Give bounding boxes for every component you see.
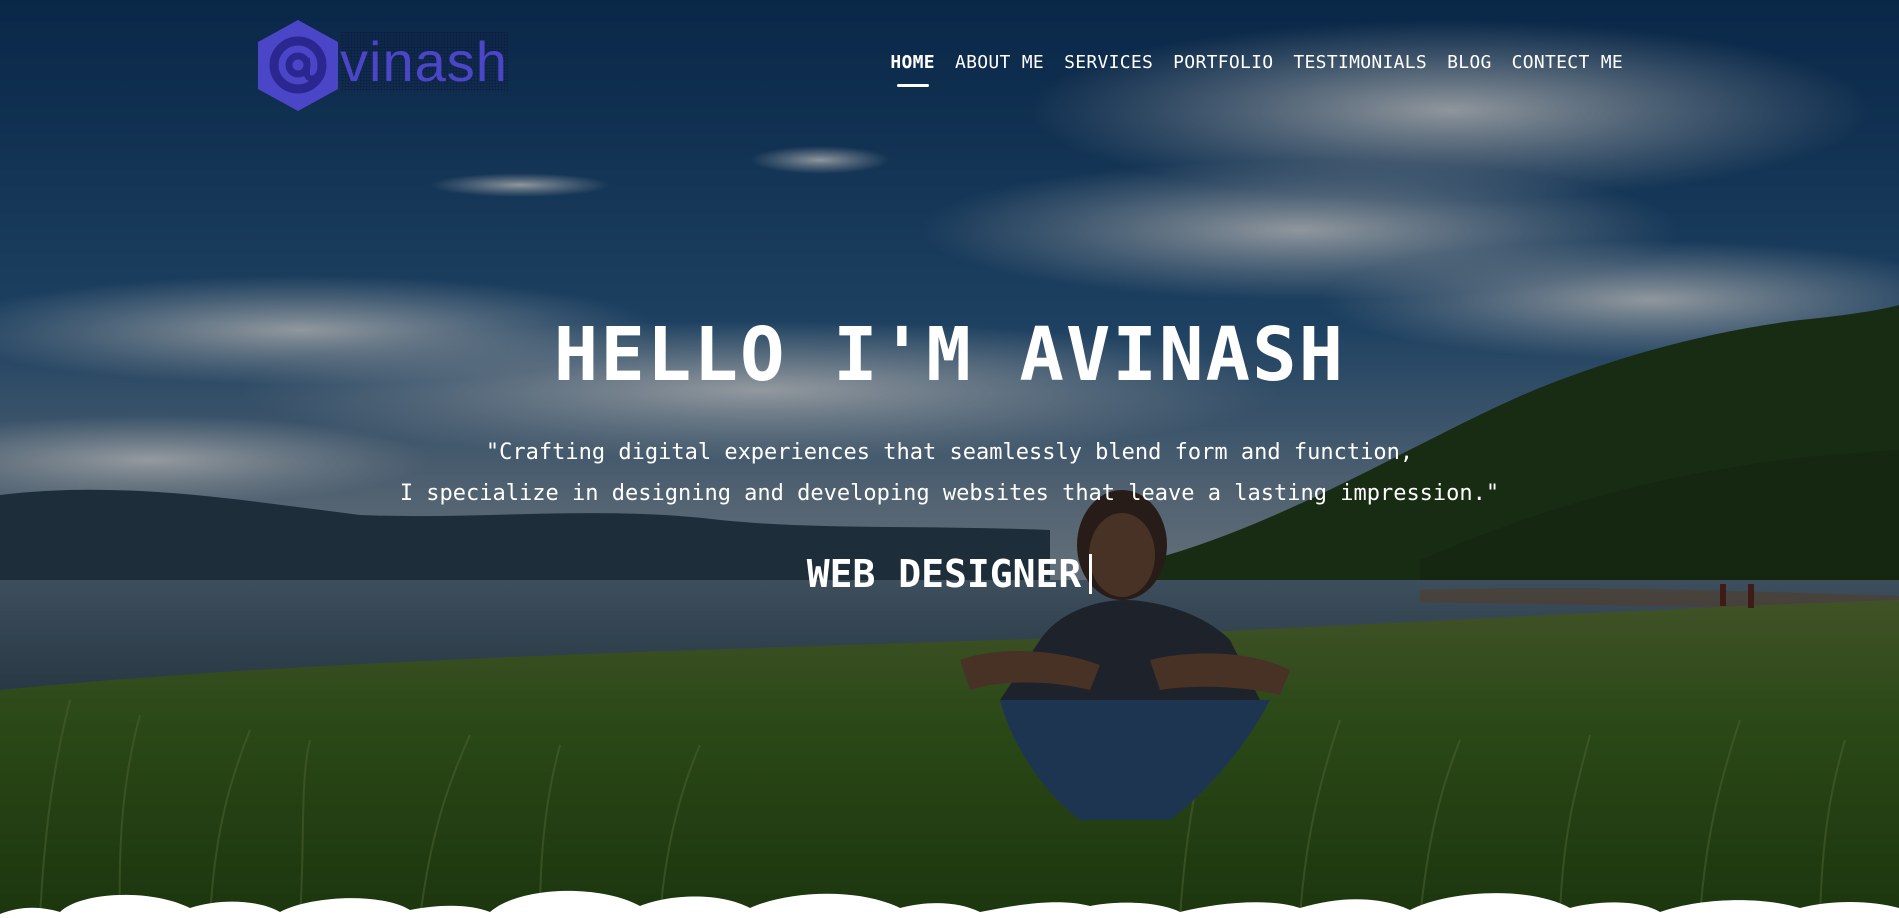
nav-about-me[interactable]: ABOUT ME [945,52,1054,73]
hero-content: HELLO I'M AVINASH "Crafting digital expe… [0,310,1899,596]
nav-home[interactable]: HOME [880,52,945,73]
hero-role-text: WEB DESIGNER [806,552,1082,596]
bottom-cloud-divider [0,890,1899,918]
hero-quote-line-2: I specialize in designing and developing… [399,481,1500,506]
hero-quote: "Crafting digital experiences that seaml… [300,432,1600,514]
hero-quote-line-1: "Crafting digital experiences that seaml… [485,440,1414,465]
nav-testimonials[interactable]: TESTIMONIALS [1283,52,1437,73]
hero-title: HELLO I'M AVINASH [553,312,1346,398]
nav-blog[interactable]: BLOG [1437,52,1502,73]
nav-portfolio[interactable]: PORTFOLIO [1163,52,1283,73]
nav-contact-me[interactable]: CONTECT ME [1502,52,1633,73]
hero-role-typewriter: WEB DESIGNER [807,552,1093,596]
site-logo[interactable]: vinash [256,18,582,113]
typing-cursor [1089,554,1093,594]
site-header: vinash HOME ABOUT ME SERVICES PORTFOLIO … [0,0,1899,120]
hexagon-at-logo-icon [258,20,338,111]
nav-services[interactable]: SERVICES [1054,52,1163,73]
main-navigation: HOME ABOUT ME SERVICES PORTFOLIO TESTIMO… [880,52,1633,73]
hero-section: vinash HOME ABOUT ME SERVICES PORTFOLIO … [0,0,1899,918]
logo-wordmark: vinash [340,30,508,93]
